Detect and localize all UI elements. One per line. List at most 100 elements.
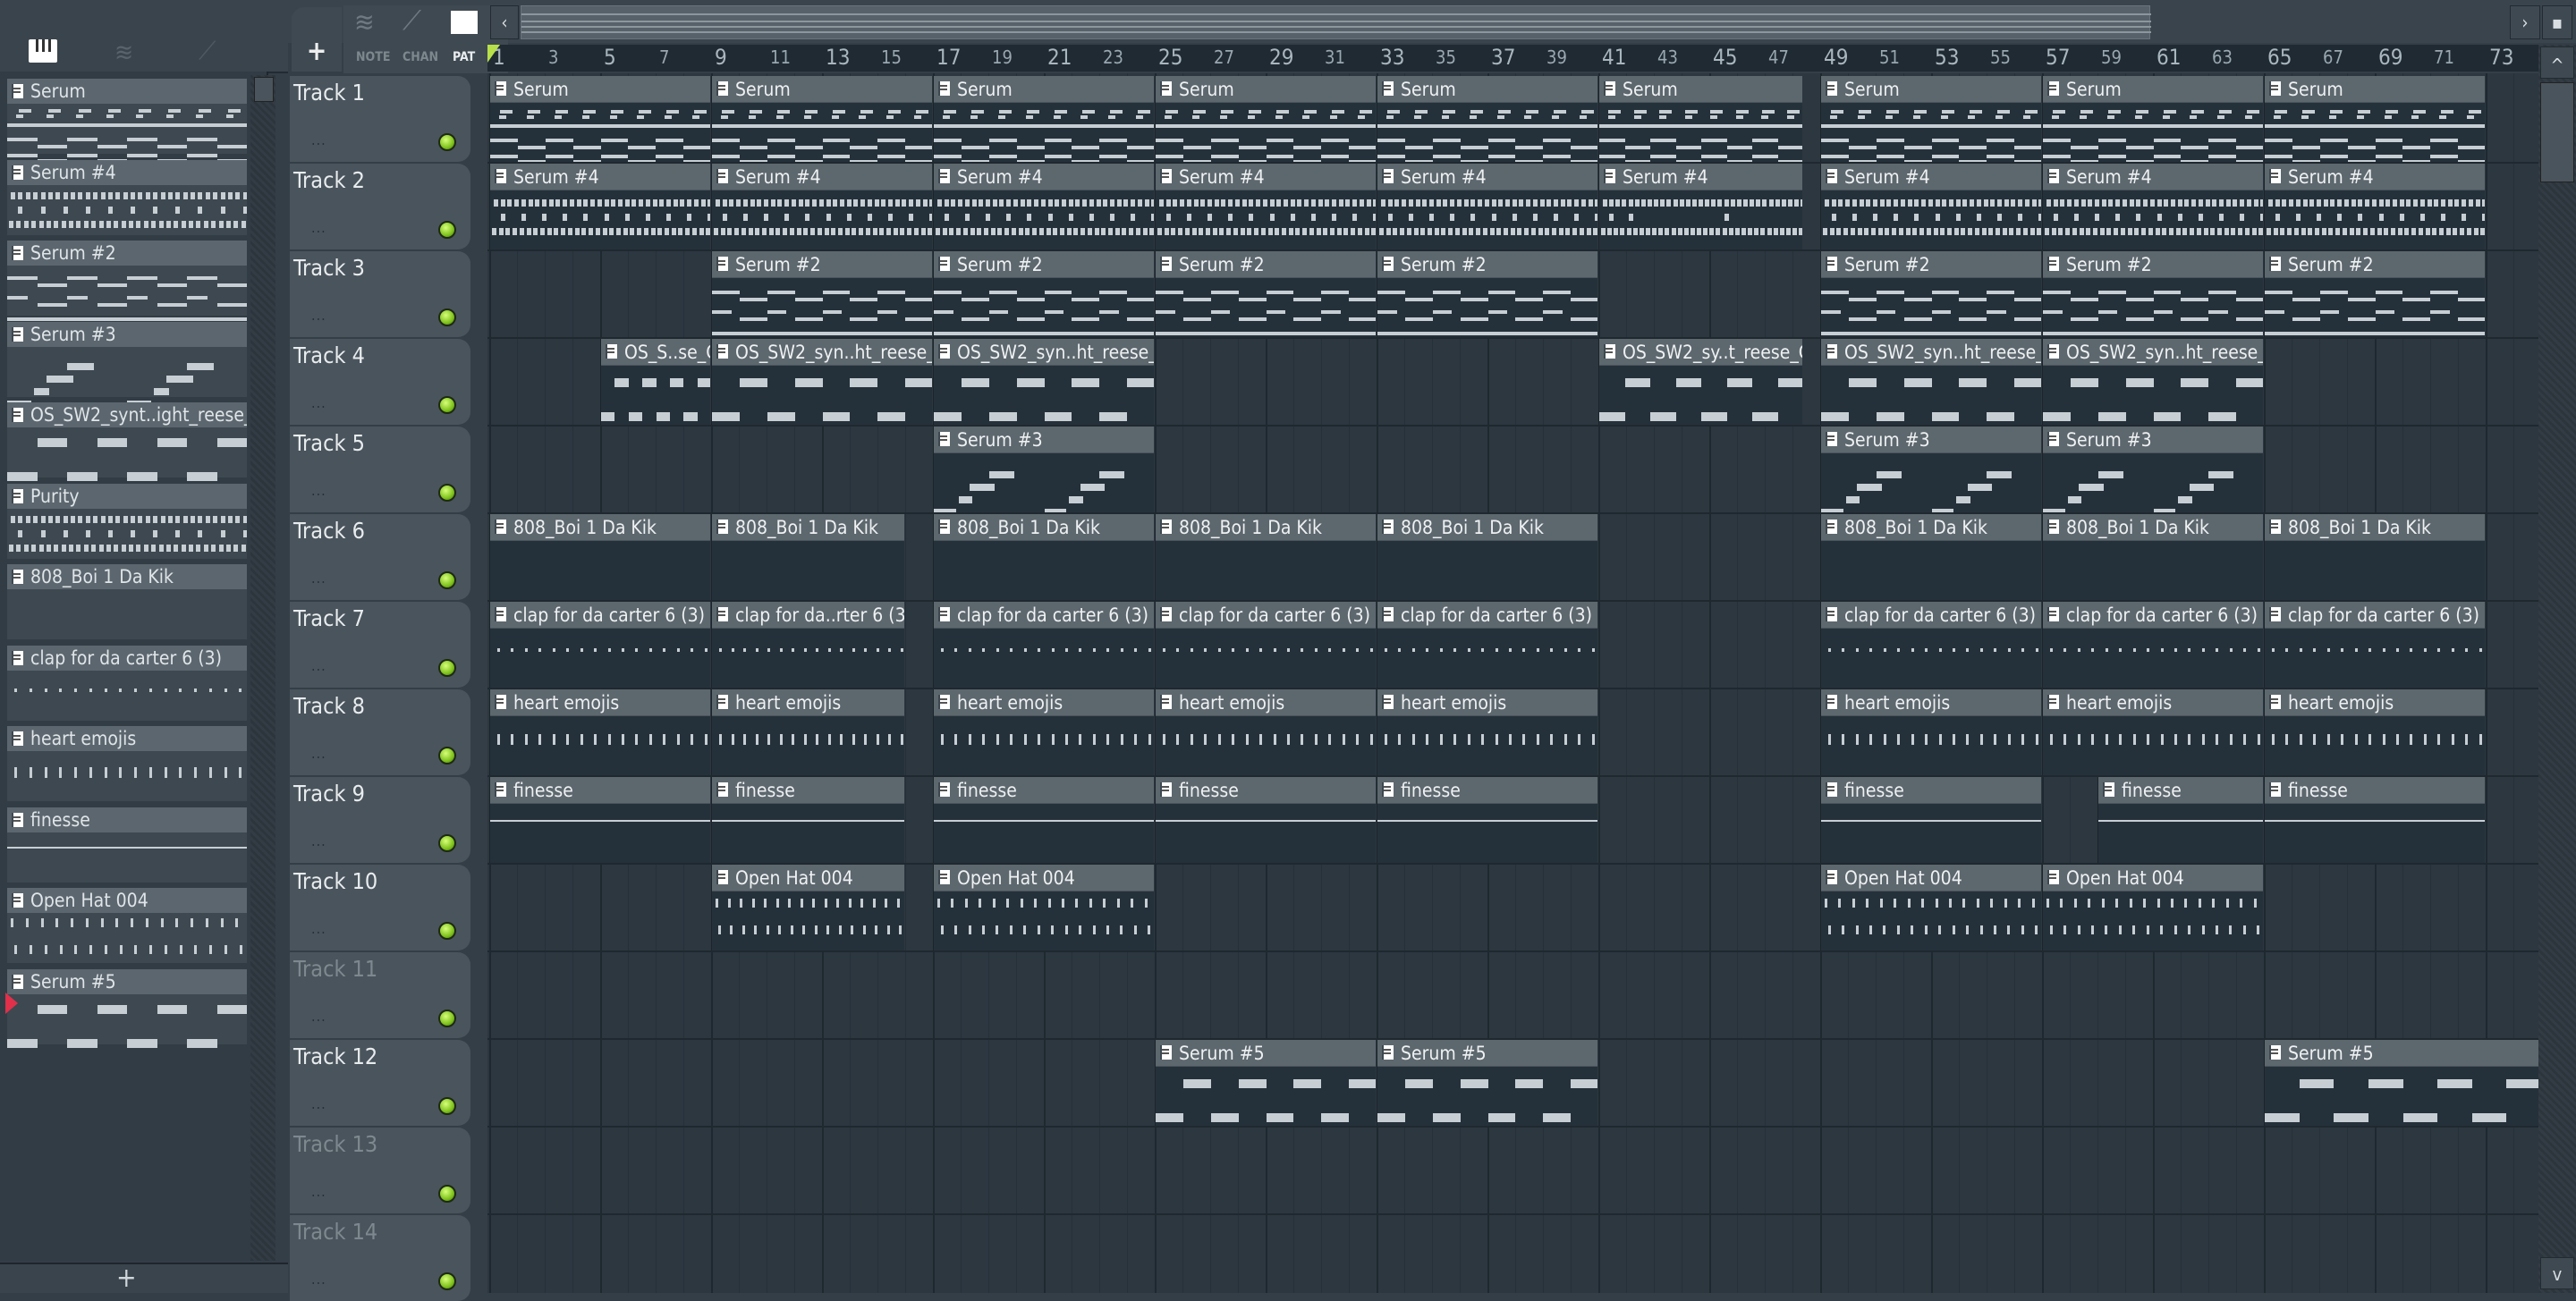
track-mute-led[interactable] bbox=[438, 1272, 456, 1290]
track-options-icon[interactable]: ... bbox=[311, 482, 326, 499]
pattern-clip[interactable]: 808_Boi 1 Da Kik bbox=[711, 514, 904, 600]
pattern-clip[interactable]: Serum bbox=[711, 76, 932, 162]
clip-header[interactable]: finesse bbox=[712, 777, 904, 804]
pattern-clip[interactable]: Serum #2 bbox=[2042, 251, 2263, 337]
pattern-clip[interactable]: Serum bbox=[1598, 76, 1803, 162]
pattern-clip[interactable]: Serum #2 bbox=[933, 251, 1154, 337]
scroll-down-button[interactable]: v bbox=[2540, 1257, 2574, 1289]
clip-header[interactable]: Serum #4 bbox=[1821, 164, 2041, 190]
pattern-clip[interactable]: Serum #4 bbox=[1155, 164, 1376, 249]
clip-header[interactable]: clap for da carter 6 (3) bbox=[1821, 602, 2041, 629]
track-mute-led[interactable] bbox=[438, 1185, 456, 1203]
scroll-up-button[interactable]: ^ bbox=[2540, 46, 2574, 79]
pattern-item-header[interactable]: clap for da carter 6 (3) bbox=[7, 645, 247, 671]
clip-header[interactable]: 808_Boi 1 Da Kik bbox=[2265, 514, 2485, 541]
pattern-clip[interactable]: Open Hat 004 bbox=[933, 865, 1154, 950]
clip-header[interactable]: Serum bbox=[712, 76, 932, 103]
pattern-clip[interactable]: Serum #2 bbox=[1820, 251, 2041, 337]
pattern-clip[interactable]: OS_SW2_sy..t_reese_C bbox=[1598, 339, 1803, 425]
clip-header[interactable]: finesse bbox=[2098, 777, 2263, 804]
track-name[interactable]: Track 14 bbox=[293, 1219, 377, 1245]
clip-header[interactable]: clap for da carter 6 (3) bbox=[1156, 602, 1376, 629]
pattern-item[interactable]: Serum #5 bbox=[7, 968, 247, 1048]
clip-header[interactable]: 808_Boi 1 Da Kik bbox=[2043, 514, 2263, 541]
pattern-clip[interactable]: Serum #4 bbox=[1820, 164, 2041, 249]
clip-header[interactable]: Open Hat 004 bbox=[1821, 865, 2041, 891]
track-name[interactable]: Track 3 bbox=[293, 255, 365, 281]
clip-header[interactable]: Serum #3 bbox=[934, 427, 1154, 453]
clip-header[interactable]: heart emojis bbox=[2043, 689, 2263, 716]
pattern-item-header[interactable]: Serum #2 bbox=[7, 241, 247, 266]
pattern-item-header[interactable]: 808_Boi 1 Da Kik bbox=[7, 564, 247, 589]
pattern-clip[interactable]: Serum #4 bbox=[1598, 164, 1803, 249]
track-header[interactable]: Track 6... bbox=[290, 514, 470, 600]
clip-header[interactable]: heart emojis bbox=[490, 689, 710, 716]
track-name[interactable]: Track 7 bbox=[293, 605, 365, 631]
track-options-icon[interactable]: ... bbox=[311, 570, 326, 587]
track-header[interactable]: Track 13... bbox=[290, 1128, 470, 1213]
pattern-clip[interactable]: Serum #3 bbox=[933, 427, 1154, 512]
chan-filter-button[interactable]: CHAN bbox=[402, 50, 438, 64]
piano-icon[interactable] bbox=[29, 39, 57, 63]
clip-header[interactable]: finesse bbox=[490, 777, 710, 804]
clip-header[interactable]: OS_SW2_syn..ht_reese_C bbox=[934, 339, 1154, 366]
clip-header[interactable]: clap for da carter 6 (3) bbox=[490, 602, 710, 629]
track-options-icon[interactable]: ... bbox=[311, 219, 326, 236]
clip-header[interactable]: clap for da carter 6 (3) bbox=[1377, 602, 1597, 629]
pattern-clip[interactable]: OS_SW2_syn..ht_reese_C bbox=[711, 339, 932, 425]
track-name[interactable]: Track 10 bbox=[293, 868, 377, 894]
pattern-clip[interactable]: finesse bbox=[1820, 777, 2041, 863]
clip-header[interactable]: Serum #4 bbox=[490, 164, 710, 190]
track-mute-led[interactable] bbox=[438, 221, 456, 239]
track-mute-led[interactable] bbox=[438, 396, 456, 414]
clip-header[interactable]: heart emojis bbox=[1377, 689, 1597, 716]
audio-wave-icon[interactable]: ≋ bbox=[114, 38, 133, 67]
track-mute-led[interactable] bbox=[438, 922, 456, 940]
pattern-clip[interactable]: clap for da carter 6 (3) bbox=[2264, 602, 2485, 688]
add-pattern-button[interactable]: + bbox=[116, 1263, 137, 1294]
pattern-clip[interactable]: heart emojis bbox=[1820, 689, 2041, 775]
pattern-item-header[interactable]: OS_SW2_synt..ight_reese_C bbox=[7, 402, 247, 427]
pattern-clip[interactable]: heart emojis bbox=[1155, 689, 1376, 775]
clip-header[interactable]: Serum bbox=[1156, 76, 1376, 103]
pattern-clip[interactable]: Serum #4 bbox=[711, 164, 932, 249]
scroll-left-button[interactable]: ‹ bbox=[490, 5, 519, 39]
clip-header[interactable]: Serum #5 bbox=[1156, 1040, 1376, 1067]
pattern-clip[interactable]: Serum #5 bbox=[2264, 1040, 2538, 1126]
pattern-clip[interactable]: OS_SW2_syn..ht_reese_C bbox=[1820, 339, 2041, 425]
vertical-scroll-thumb[interactable] bbox=[2540, 82, 2574, 182]
track-options-icon[interactable]: ... bbox=[311, 920, 326, 937]
pat-filter-button[interactable]: PAT bbox=[453, 50, 475, 64]
clip-header[interactable]: Serum #2 bbox=[2265, 251, 2485, 278]
clip-header[interactable]: 808_Boi 1 Da Kik bbox=[1156, 514, 1376, 541]
clip-header[interactable]: Serum #2 bbox=[934, 251, 1154, 278]
clip-header[interactable]: heart emojis bbox=[1156, 689, 1376, 716]
clip-header[interactable]: finesse bbox=[1821, 777, 2041, 804]
pattern-clip[interactable]: Serum #3 bbox=[1820, 427, 2041, 512]
clip-header[interactable]: finesse bbox=[934, 777, 1154, 804]
clip-header[interactable]: 808_Boi 1 Da Kik bbox=[1821, 514, 2041, 541]
clip-header[interactable]: Serum #2 bbox=[2043, 251, 2263, 278]
pattern-clip[interactable]: clap for da carter 6 (3) bbox=[1820, 602, 2041, 688]
pattern-item[interactable]: Open Hat 004 bbox=[7, 888, 247, 963]
clip-header[interactable]: Serum #4 bbox=[1156, 164, 1376, 190]
pattern-clip[interactable]: heart emojis bbox=[2042, 689, 2263, 775]
chan-automation-icon[interactable]: ⟋ bbox=[402, 5, 421, 37]
pattern-clip[interactable]: 808_Boi 1 Da Kik bbox=[933, 514, 1154, 600]
pattern-item[interactable]: Serum #2 bbox=[7, 241, 247, 321]
clip-header[interactable]: finesse bbox=[2265, 777, 2485, 804]
track-header[interactable]: Track 1... bbox=[290, 76, 470, 162]
clip-header[interactable]: heart emojis bbox=[2265, 689, 2485, 716]
clip-header[interactable]: Serum #4 bbox=[712, 164, 932, 190]
track-name[interactable]: Track 13 bbox=[293, 1131, 377, 1157]
track-header[interactable]: Track 4... bbox=[290, 339, 470, 425]
pattern-clip[interactable]: 808_Boi 1 Da Kik bbox=[1377, 514, 1597, 600]
add-track-button[interactable]: + bbox=[292, 7, 342, 72]
pattern-clip[interactable]: Serum #5 bbox=[1155, 1040, 1376, 1126]
clip-header[interactable]: Open Hat 004 bbox=[2043, 865, 2263, 891]
track-name[interactable]: Track 11 bbox=[293, 956, 377, 982]
clip-header[interactable]: Serum #2 bbox=[1377, 251, 1597, 278]
clip-header[interactable]: clap for da carter 6 (3) bbox=[2265, 602, 2485, 629]
pattern-clip[interactable]: finesse bbox=[933, 777, 1154, 863]
track-header[interactable]: Track 2... bbox=[290, 164, 470, 249]
